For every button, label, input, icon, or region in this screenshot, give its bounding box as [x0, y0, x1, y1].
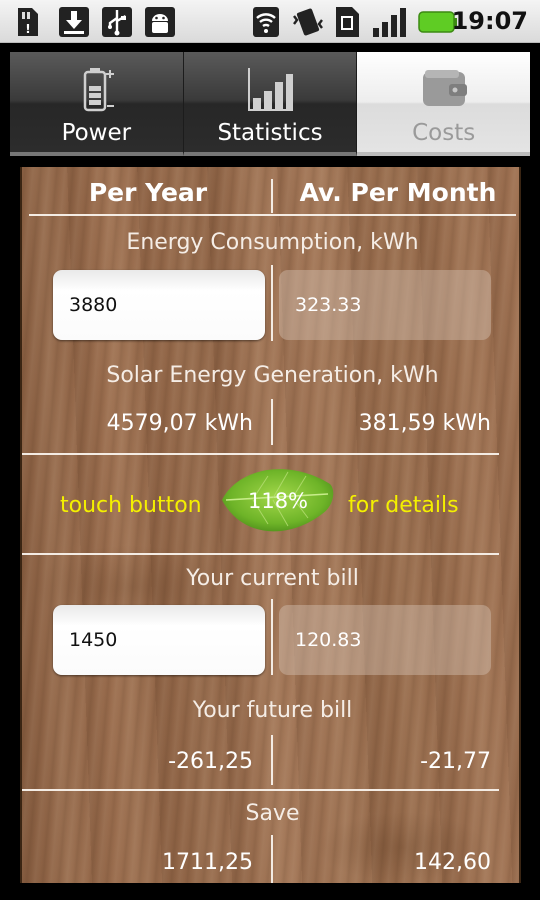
save-label: Save	[245, 801, 300, 826]
tab-costs[interactable]: Costs	[357, 52, 531, 156]
tab-power-label: Power	[61, 120, 132, 146]
current-bill-per-month-value: 120.83	[279, 605, 491, 675]
save-divider	[271, 835, 273, 883]
details-hint-right: for details	[348, 493, 459, 518]
tab-costs-label: Costs	[412, 120, 476, 146]
header-divider	[271, 179, 273, 213]
save-per-month-value: 142,60	[414, 850, 491, 875]
status-bar: ! 19:07	[0, 0, 540, 43]
download-icon	[59, 7, 89, 37]
svg-text:!: !	[25, 22, 30, 36]
future-bill-underline	[22, 789, 499, 791]
wifi-icon	[253, 7, 279, 37]
future-bill-per-month-value: -21,77	[420, 749, 491, 774]
usb-icon	[102, 7, 132, 37]
col-per-year-header: Per Year	[88, 178, 208, 207]
android-debug-icon	[145, 7, 175, 37]
tab-statistics[interactable]: Statistics	[183, 52, 358, 156]
future-bill-per-year-value: -261,25	[168, 749, 253, 774]
sim-icon	[336, 7, 359, 37]
details-hint-left: touch button	[60, 493, 202, 518]
energy-per-month-value: 323.33	[279, 270, 491, 340]
header-underline	[29, 214, 516, 216]
details-underline	[22, 553, 499, 555]
energy-per-year-input[interactable]: 3880	[53, 270, 265, 340]
tab-bar: Power Statistics Costs	[10, 52, 531, 156]
col-per-month-header: Av. Per Month	[299, 178, 497, 207]
bar-chart-icon	[248, 68, 293, 111]
current-bill-per-year-input[interactable]: 1450	[53, 605, 265, 675]
energy-divider	[271, 265, 273, 341]
solar-generation-label: Solar Energy Generation, kWh	[106, 363, 439, 388]
tab-statistics-label: Statistics	[217, 120, 323, 146]
clock: 19:07	[451, 7, 528, 35]
energy-consumption-label: Energy Consumption, kWh	[126, 230, 419, 255]
sd-card-icon: !	[18, 8, 38, 36]
tab-power[interactable]: Power	[10, 52, 184, 156]
signal-icon	[373, 8, 406, 37]
vibrate-icon	[293, 8, 323, 36]
solar-per-year-value: 4579,07 kWh	[106, 411, 253, 436]
solar-underline	[22, 453, 499, 455]
details-percent: 118%	[247, 489, 309, 513]
current-bill-label: Your current bill	[186, 566, 359, 591]
wallet-icon	[422, 70, 467, 106]
current-bill-divider	[271, 599, 273, 675]
future-bill-label: Your future bill	[192, 698, 353, 723]
battery-icon	[84, 68, 115, 112]
save-per-year-value: 1711,25	[162, 850, 253, 875]
solar-divider	[271, 399, 273, 445]
solar-per-month-value: 381,59 kWh	[358, 411, 491, 436]
future-bill-divider	[271, 735, 273, 785]
costs-panel: Per Year Av. Per Month Energy Consumptio…	[20, 167, 521, 883]
